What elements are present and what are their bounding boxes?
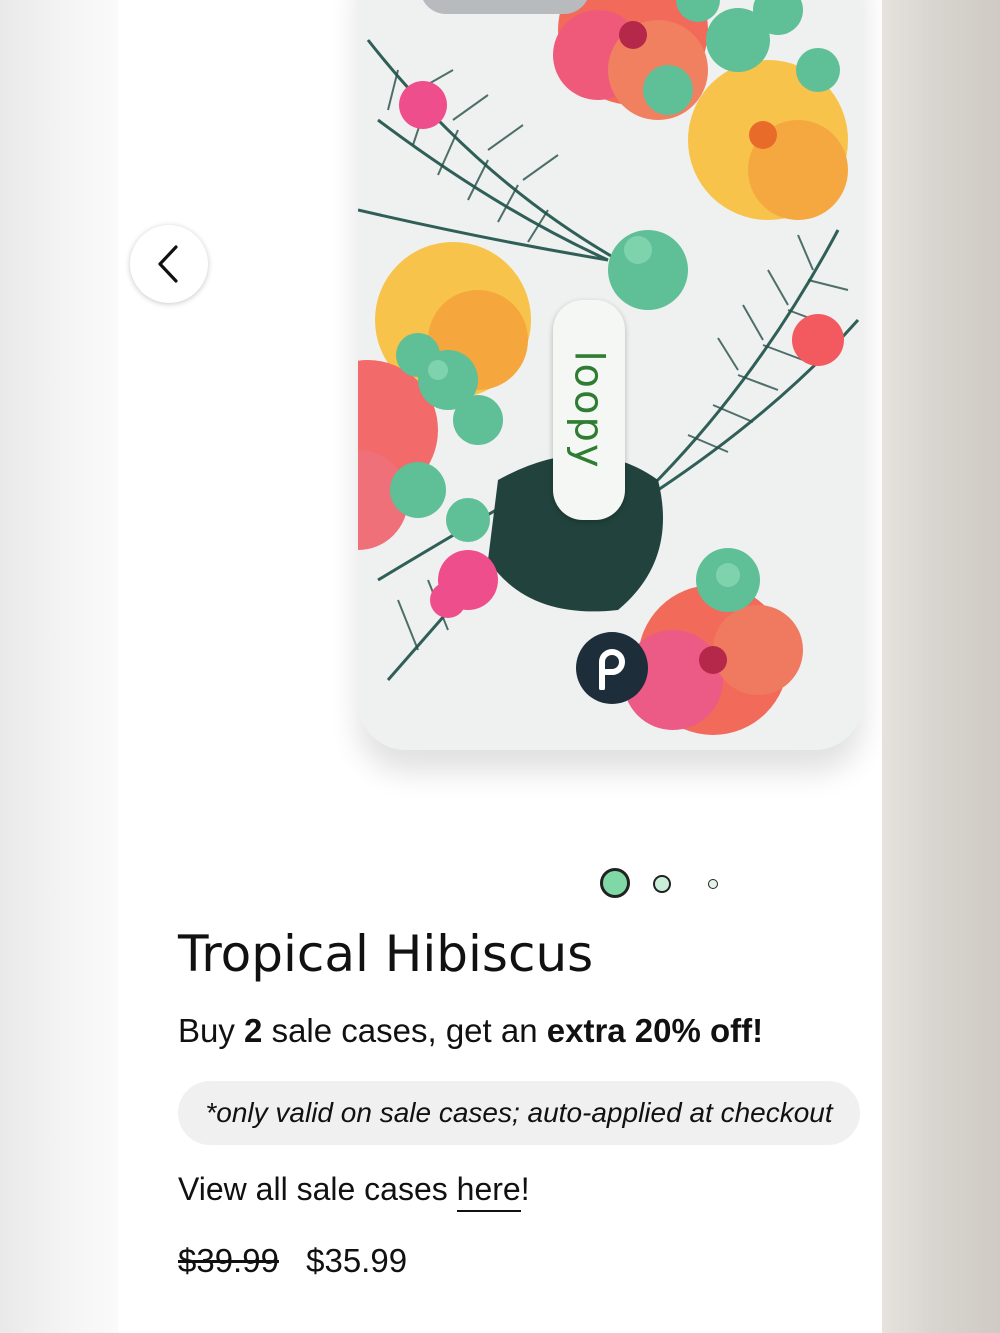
- carousel-pagination: [118, 862, 882, 902]
- background-right: [882, 0, 1000, 1333]
- product-image: loopy: [358, 0, 863, 750]
- pagination-dot-active[interactable]: [600, 868, 630, 898]
- loopy-logo-icon: [576, 632, 648, 704]
- view-all-prefix: View all sale cases: [178, 1171, 457, 1207]
- promo-text: Buy 2 sale cases, get an extra 20% off!: [178, 1012, 763, 1050]
- product-title: Tropical Hibiscus: [178, 925, 594, 983]
- original-price: $39.99: [178, 1242, 279, 1279]
- view-all-suffix: !: [520, 1171, 530, 1207]
- view-all-sale-cases: View all sale cases here!: [178, 1171, 530, 1212]
- promo-prefix: Buy: [178, 1012, 245, 1049]
- promo-count: 2: [244, 1012, 263, 1049]
- chevron-left-icon: [158, 245, 178, 283]
- grip-brand-text: loopy: [566, 350, 612, 470]
- price-block: $39.99 $35.99: [178, 1242, 407, 1280]
- pagination-dot[interactable]: [708, 879, 718, 889]
- logo-glyph: [599, 649, 625, 690]
- promo-note: *only valid on sale cases; auto-applied …: [178, 1081, 860, 1145]
- promo-middle: sale cases, get an: [262, 1012, 547, 1049]
- pagination-dot[interactable]: [653, 875, 671, 893]
- loopy-grip: loopy: [553, 300, 625, 520]
- product-page: loopy Tropical Hibiscus Buy 2 sale cases…: [118, 0, 882, 1333]
- product-image-carousel[interactable]: loopy: [118, 0, 882, 830]
- sale-cases-link[interactable]: here: [456, 1171, 521, 1212]
- sale-price: $35.99: [306, 1242, 408, 1279]
- carousel-back-button[interactable]: [130, 225, 208, 303]
- promo-highlight: extra 20% off!: [546, 1012, 764, 1049]
- background-left: [0, 0, 118, 1333]
- camera-bump: [420, 0, 590, 14]
- promo-note-text: *only valid on sale cases; auto-applied …: [205, 1097, 833, 1128]
